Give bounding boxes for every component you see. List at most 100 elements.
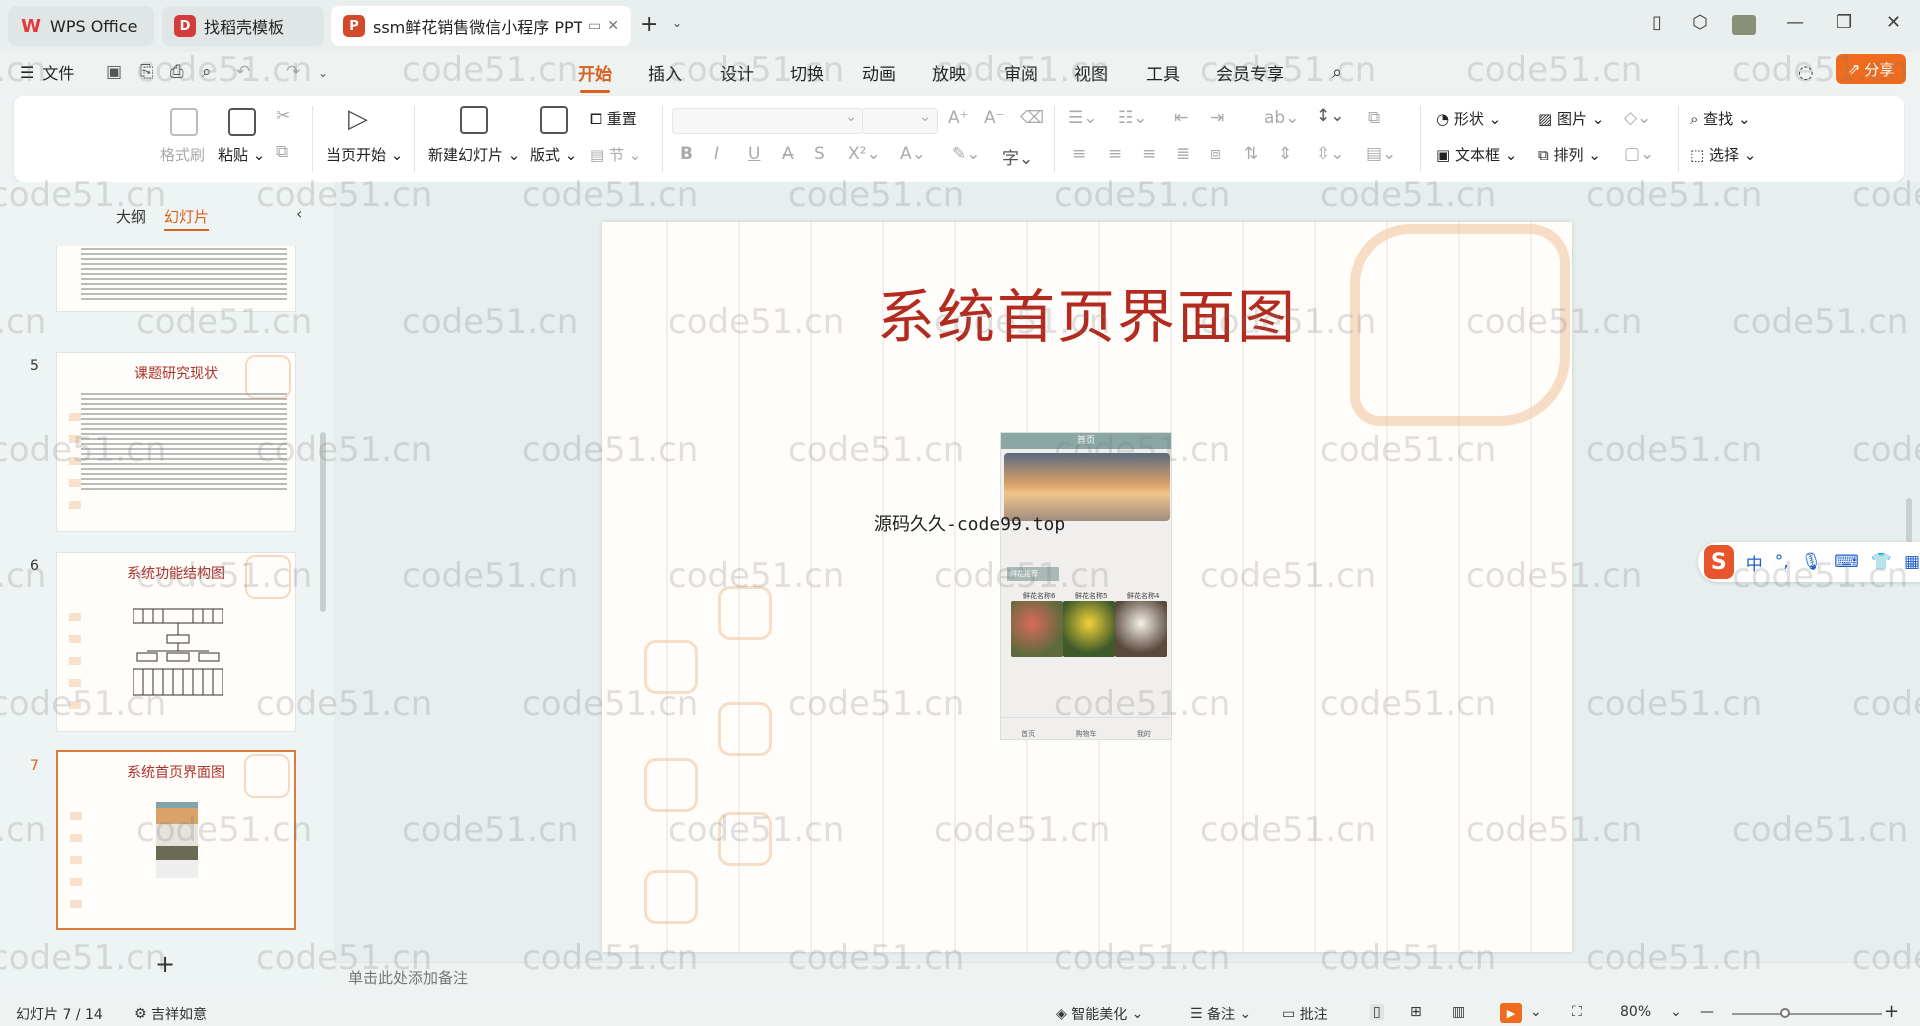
restore-icon[interactable]: ❐	[1836, 12, 1852, 33]
skin-icon[interactable]: 👕	[1871, 552, 1892, 572]
slide-thumbnail-6[interactable]: 系统功能结构图	[56, 552, 296, 732]
zoom-slider-handle[interactable]	[1780, 1008, 1790, 1018]
phone-screenshot[interactable]: 首页 鲜花推荐 鲜花名称6 鲜花名称5 鲜花名称4 首页 购物车 我的	[1000, 432, 1172, 740]
print-icon[interactable]: ⎙	[170, 62, 184, 82]
play-slideshow-button[interactable]: ▶	[1500, 1003, 1522, 1023]
section-button[interactable]: ▤ 节 ⌄	[590, 144, 641, 165]
decrease-font-icon[interactable]: A⁻	[984, 108, 1005, 128]
tab-member[interactable]: 会员专享	[1216, 60, 1284, 85]
align-right-icon[interactable]: ≡	[1142, 144, 1156, 164]
spacing-options-icon[interactable]: ⇳⌄	[1316, 144, 1345, 164]
picture-button[interactable]: ▨ 图片 ⌄	[1538, 108, 1604, 129]
tab-view[interactable]: 视图	[1074, 60, 1108, 85]
tab-outline[interactable]: 大纲	[116, 206, 146, 227]
clear-format-icon[interactable]: ⌫	[1020, 108, 1044, 128]
shape-button[interactable]: ◔ 形状 ⌄	[1436, 108, 1501, 129]
increase-indent-icon[interactable]: ⇥	[1210, 108, 1224, 128]
distribute-icon[interactable]: ⧈	[1210, 144, 1221, 164]
tab-slides[interactable]: 幻灯片	[164, 206, 210, 231]
slide-thumbnail-5[interactable]: 课题研究现状	[56, 352, 296, 532]
share-button[interactable]: ⇗ 分享	[1836, 54, 1906, 84]
slide-thumbnail-partial[interactable]	[56, 246, 296, 312]
format-painter-button[interactable]: 格式刷	[160, 144, 205, 165]
search-icon[interactable]: ⌕	[1332, 62, 1342, 83]
italic-icon[interactable]: I	[714, 144, 719, 164]
comments-button[interactable]: ▭ 批注	[1282, 1004, 1328, 1024]
sogou-logo-icon[interactable]: S	[1704, 545, 1734, 579]
tab-home[interactable]: 开始	[578, 60, 612, 93]
tab-docer-templates[interactable]: D 找稻壳模板	[162, 6, 324, 46]
add-slide-button[interactable]: +	[155, 950, 175, 978]
tab-animations[interactable]: 动画	[862, 60, 896, 85]
file-menu[interactable]: ☰ 文件	[20, 60, 74, 84]
comment-bubble-icon[interactable]: ◌	[1798, 62, 1814, 83]
layout-button[interactable]: 版式 ⌄	[530, 144, 577, 165]
punctuation-icon[interactable]: °,	[1775, 552, 1789, 572]
slide-title[interactable]: 系统首页界面图	[602, 270, 1572, 354]
close-window-icon[interactable]: ✕	[1886, 12, 1901, 33]
fit-window-icon[interactable]: ⛶	[1572, 1004, 1582, 1020]
collapse-panel-icon[interactable]: ‹	[296, 204, 302, 223]
close-tab-icon[interactable]: ✕	[607, 18, 619, 34]
align-center-icon[interactable]: ≡	[1108, 144, 1122, 164]
current-slide[interactable]: 系统首页界面图 首页 鲜花推荐 鲜花名称6 鲜花名称5 鲜花名称4 首页 购物车…	[602, 222, 1572, 952]
screen-icon[interactable]: ▭	[588, 18, 601, 34]
cube-icon[interactable]: ⬡	[1692, 12, 1708, 33]
tab-insert[interactable]: 插入	[648, 60, 682, 85]
paragraph-spacing-icon[interactable]: ⇕	[1278, 144, 1292, 164]
outline-icon[interactable]: ▢⌄	[1624, 144, 1654, 164]
zoom-out-icon[interactable]: —	[1700, 1004, 1714, 1020]
toolbox-icon[interactable]: ▦	[1904, 552, 1920, 572]
font-color-icon[interactable]: A⌄	[900, 144, 926, 164]
cut-icon[interactable]: ✂	[276, 106, 290, 126]
shadow-icon[interactable]: S	[814, 144, 825, 164]
undo-icon[interactable]: ↶	[236, 62, 250, 82]
slide-caption[interactable]: 源码久久-code99.top	[874, 510, 1065, 536]
microphone-icon[interactable]: 🎙	[1801, 552, 1823, 572]
highlight-icon[interactable]: ✎⌄	[952, 144, 981, 164]
print-preview-icon[interactable]: ⌕	[202, 62, 212, 82]
quick-access-chevron-icon[interactable]: ⌄	[318, 66, 328, 80]
fill-icon[interactable]: ◇⌄	[1624, 108, 1651, 128]
new-tab-button[interactable]: +	[640, 12, 658, 37]
zoom-slider[interactable]	[1732, 1013, 1882, 1015]
normal-view-icon[interactable]: ▯	[1370, 1004, 1384, 1020]
font-family-select[interactable]	[672, 108, 864, 134]
start-from-current-button[interactable]: 当页开始 ⌄	[326, 144, 403, 165]
zoom-level[interactable]: 80%	[1620, 1004, 1651, 1020]
find-button[interactable]: ⌕ 查找 ⌄	[1690, 108, 1751, 129]
numbered-list-icon[interactable]: ☷⌄	[1118, 108, 1147, 128]
justify-icon[interactable]: ≣	[1176, 144, 1190, 164]
minimize-icon[interactable]: —	[1786, 12, 1804, 33]
line-spacing-icon[interactable]: ⇅	[1244, 144, 1258, 164]
slide-thumbnail-7[interactable]: 系统首页界面图	[56, 750, 296, 930]
save-icon[interactable]: ▣	[106, 62, 122, 82]
bold-icon[interactable]: B	[680, 144, 693, 164]
zoom-in-icon[interactable]: +	[1884, 1001, 1899, 1022]
beautify-button[interactable]: ◈ 智能美化 ⌄	[1056, 1004, 1143, 1024]
reading-view-icon[interactable]: ▥	[1452, 1004, 1465, 1020]
ime-toolbar[interactable]: S 中 °, 🎙 ⌨ 👕 ▦	[1698, 542, 1920, 582]
sidebar-toggle-icon[interactable]: ▯	[1652, 12, 1662, 33]
notes-button[interactable]: ☰ 备注 ⌄	[1190, 1004, 1251, 1024]
sort-icon[interactable]: ↕⌄	[1316, 106, 1345, 126]
tab-design[interactable]: 设计	[720, 60, 754, 85]
decrease-indent-icon[interactable]: ⇤	[1174, 108, 1188, 128]
superscript-icon[interactable]: X²⌄	[848, 144, 881, 164]
text-direction-icon[interactable]: ab⌄	[1264, 108, 1299, 128]
zoom-chevron-icon[interactable]: ⌄	[1670, 1004, 1682, 1020]
tab-slideshow[interactable]: 放映	[932, 60, 966, 85]
redo-icon[interactable]: ↷	[286, 62, 300, 82]
play-options-chevron-icon[interactable]: ⌄	[1530, 1004, 1542, 1020]
tab-wps-office[interactable]: W WPS Office	[8, 6, 154, 46]
align-left-icon[interactable]: ≡	[1072, 144, 1086, 164]
panel-scrollbar[interactable]	[320, 432, 326, 612]
avatar[interactable]	[1732, 15, 1756, 35]
select-button[interactable]: ⬚ 选择 ⌄	[1690, 144, 1756, 165]
tab-tools[interactable]: 工具	[1146, 60, 1180, 85]
font-size-select[interactable]	[862, 108, 938, 134]
tab-list-chevron-icon[interactable]: ⌄	[672, 16, 682, 30]
tab-transitions[interactable]: 切换	[790, 60, 824, 85]
bullet-list-icon[interactable]: ☰⌄	[1068, 108, 1097, 128]
theme-button[interactable]: ⚙ 吉祥如意	[134, 1004, 207, 1024]
